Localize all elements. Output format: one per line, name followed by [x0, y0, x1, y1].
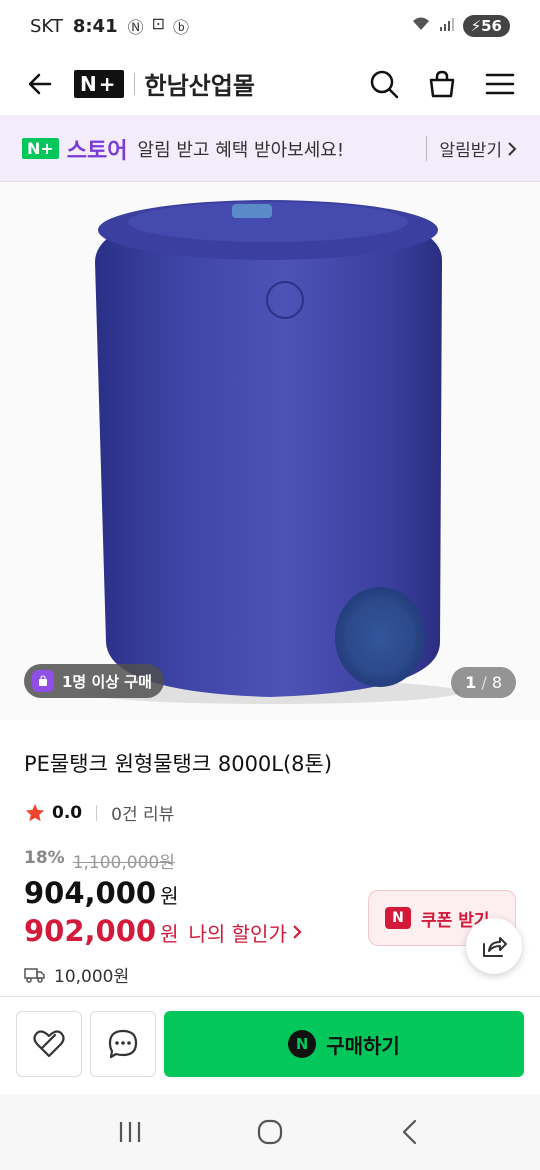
inquiry-button[interactable] [90, 1011, 156, 1077]
rating-score: 0.0 [52, 802, 83, 823]
status-bar: SKT 8:41 Ⓝ ⊡ ⓑ ⚡56 [0, 0, 540, 52]
home-icon [257, 1119, 283, 1145]
product-title: PE물탱크 원형물탱크 8000L(8톤) [24, 752, 333, 776]
heart-icon [33, 1030, 65, 1058]
recent-apps-icon [119, 1122, 141, 1142]
review-count[interactable]: 0건 리뷰 [111, 800, 174, 825]
back-icon [402, 1119, 417, 1145]
share-button[interactable] [466, 918, 522, 974]
signal-icon [439, 16, 455, 36]
carrier-label: SKT [30, 15, 63, 37]
recent-apps-button[interactable] [100, 1102, 160, 1162]
back-arrow-icon [28, 73, 52, 94]
chat-icon [108, 1029, 138, 1059]
subscribe-alerts-link[interactable]: 알림받기 [426, 136, 518, 161]
buyers-count-badge: 1명 이상 구매 [24, 664, 164, 698]
back-button[interactable] [20, 64, 60, 104]
chevron-right-icon [508, 141, 517, 156]
product-image-carousel[interactable]: 1명 이상 구매 1 / 8 [0, 182, 540, 720]
rating-divider [96, 804, 98, 821]
nplus-store-logo: N+ 스토어 [22, 133, 128, 165]
system-nav-bar [0, 1094, 540, 1170]
store-name[interactable]: 한남산업몰 [145, 66, 255, 101]
coupon-n-icon: N [385, 907, 411, 929]
wishlist-button[interactable] [16, 1011, 82, 1077]
chevron-right-icon [293, 925, 302, 939]
screenshot-icon: ⊡ [151, 14, 166, 33]
nfc-icon: Ⓝ [127, 18, 144, 37]
rating-row[interactable]: 0.0 0건 리뷰 [24, 800, 174, 825]
delivery-fee-row: 10,000원 [24, 962, 129, 987]
product-photo [0, 182, 540, 720]
original-price: 1,100,000원 [72, 853, 175, 873]
app-notification-icon: ⓑ [173, 18, 190, 37]
notification-icons: Ⓝ ⊡ ⓑ [128, 14, 189, 38]
shopping-bag-icon [429, 70, 455, 97]
logo-divider [133, 72, 135, 95]
banner-message: 알림 받고 혜택 받아보세요! [137, 139, 345, 161]
sale-price: 904,000 원 [24, 876, 179, 910]
image-pager: 1 / 8 [451, 667, 516, 698]
search-button[interactable] [364, 64, 404, 104]
shopping-bag-icon [32, 670, 54, 692]
home-button[interactable] [240, 1102, 300, 1162]
star-icon [25, 803, 45, 821]
truck-icon [24, 967, 45, 983]
purchase-action-bar: N 구매하기 [0, 996, 540, 1094]
search-icon [370, 70, 399, 98]
clock: 8:41 [72, 15, 118, 37]
app-header: N+ 한남산업몰 [0, 52, 540, 116]
buy-now-button[interactable]: N 구매하기 [164, 1011, 524, 1077]
naver-pay-icon: N [288, 1030, 317, 1058]
battery-indicator: ⚡56 [462, 15, 510, 37]
menu-button[interactable] [480, 64, 520, 104]
cart-button[interactable] [422, 64, 462, 104]
naver-plus-logo[interactable]: N+ [74, 69, 124, 98]
discount-row: 18% 1,100,000원 [24, 848, 175, 873]
store-notification-banner[interactable]: N+ 스토어 알림 받고 혜택 받아보세요! 알림받기 [0, 116, 540, 182]
my-discount-price-link[interactable]: 902,000 원 나의 할인가 [24, 914, 303, 948]
share-icon [483, 937, 507, 957]
system-back-button[interactable] [380, 1102, 440, 1162]
wifi-icon [411, 16, 431, 36]
discount-rate: 18% [24, 848, 65, 868]
menu-icon [485, 73, 515, 94]
